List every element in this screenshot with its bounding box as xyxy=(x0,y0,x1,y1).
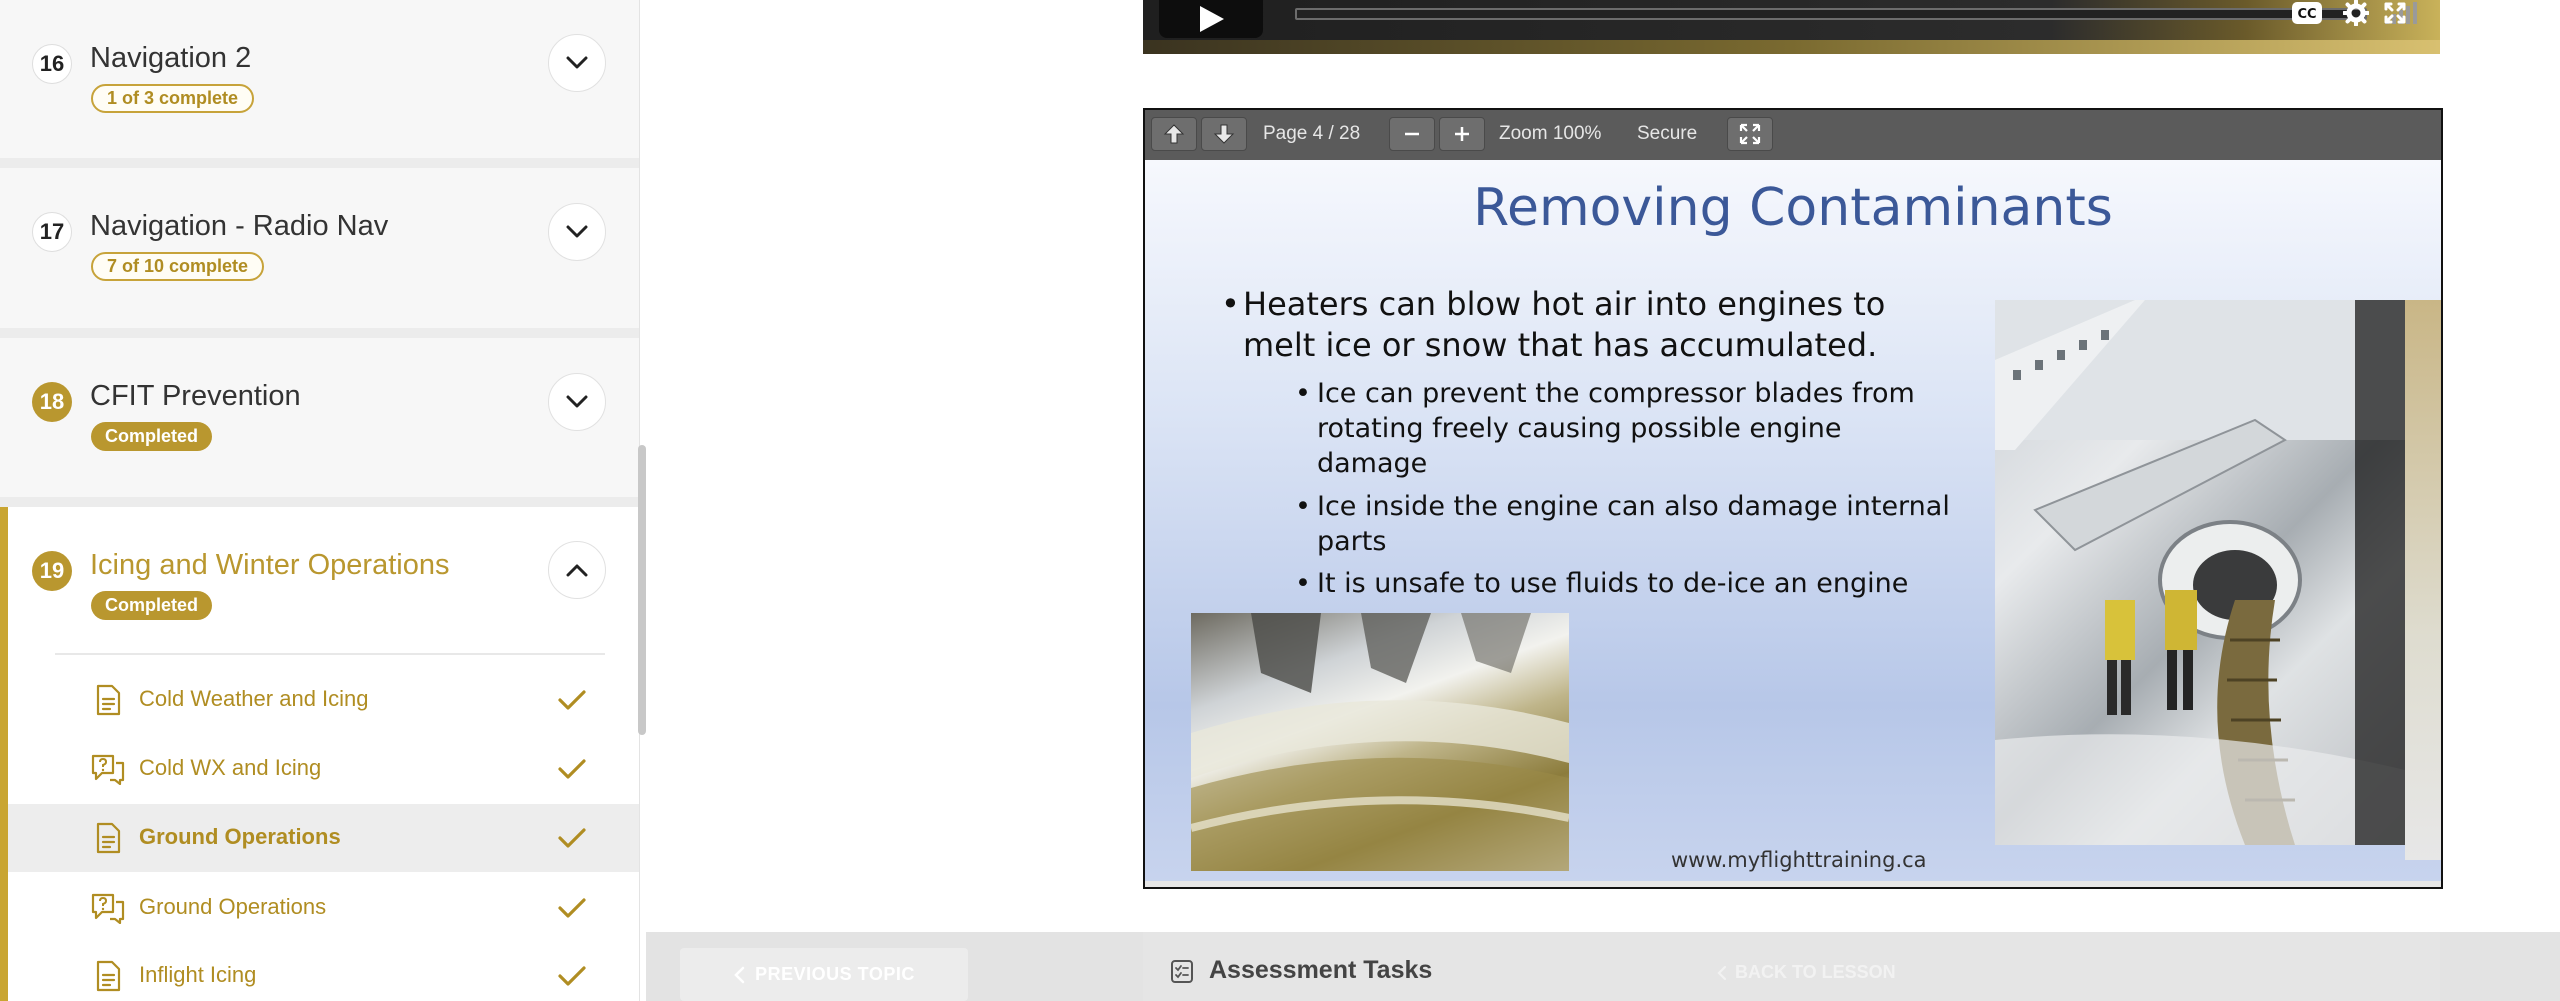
topic-navigation-radio-nav[interactable]: 17 Navigation - Radio Nav 7 of 10 comple… xyxy=(0,168,639,328)
slide-website-url: www.myflighttraining.ca xyxy=(1671,848,1927,872)
chevron-up-icon xyxy=(566,564,588,577)
topic-title: Navigation 2 xyxy=(90,42,252,74)
lesson-label: Cold WX and Icing xyxy=(139,755,322,780)
topic-progress-badge: 1 of 3 complete xyxy=(91,84,255,113)
slide-sub-bullet: • Ice can prevent the compressor blades f… xyxy=(1295,378,1915,479)
next-page-button[interactable] xyxy=(1201,117,1247,151)
settings-button[interactable] xyxy=(2340,0,2372,26)
topic-progress-badge: 7 of 10 complete xyxy=(91,252,265,281)
lesson-label: Ground Operations xyxy=(139,824,341,849)
topic-title: Navigation - Radio Nav xyxy=(90,210,389,242)
document-icon xyxy=(96,684,121,716)
topic-separator xyxy=(0,497,639,507)
check-icon xyxy=(558,966,586,986)
presentation-slide: Removing Contaminants • Heaters can blow … xyxy=(1145,160,2441,887)
topic-cfit-prevention[interactable]: 18 CFIT Prevention Completed xyxy=(0,338,639,498)
slide-bottom-edge xyxy=(1145,881,2441,887)
slide-sub-bullet: • Ice inside the engine can also damage i… xyxy=(1295,491,1950,557)
lesson-label: Ground Operations xyxy=(139,894,327,919)
svg-text:CC: CC xyxy=(2297,7,2316,22)
zoom-in-button[interactable] xyxy=(1439,117,1485,151)
expand-topic-button[interactable] xyxy=(548,373,606,431)
play-icon xyxy=(1200,6,1224,32)
fullscreen-video-button[interactable] xyxy=(2379,0,2411,26)
clipboard-checklist-icon xyxy=(1171,960,1193,983)
video-progress-bar[interactable] xyxy=(1295,8,2367,20)
topic-title: CFIT Prevention xyxy=(90,380,301,412)
secure-label: Secure xyxy=(1637,123,1698,144)
lesson-item-selected[interactable]: Ground Operations xyxy=(8,804,639,872)
chevron-down-icon xyxy=(566,56,588,69)
quiz-icon xyxy=(91,754,125,785)
zoom-out-button[interactable] xyxy=(1389,117,1435,151)
slide-sub-bullet: • It is unsafe to use fluids to de-ice an… xyxy=(1295,568,1909,599)
back-to-lesson-button[interactable]: BACK TO LESSON xyxy=(1717,962,1896,983)
topic-navigation-2[interactable]: 16 Navigation 2 1 of 3 complete xyxy=(0,0,639,140)
check-icon xyxy=(558,759,586,779)
play-button[interactable] xyxy=(1159,0,1263,38)
expand-topic-button[interactable] xyxy=(548,203,606,261)
course-sidebar: 16 Navigation 2 1 of 3 complete 17 Navig… xyxy=(0,0,640,1001)
lesson-item[interactable]: Ground Operations xyxy=(8,874,639,942)
fullscreen-icon xyxy=(1739,123,1761,145)
chevron-down-icon xyxy=(566,395,588,408)
arrow-down-icon xyxy=(1213,124,1235,144)
assessment-tasks-label: Assessment Tasks xyxy=(1209,956,1433,984)
captions-button[interactable]: CC xyxy=(2291,0,2323,26)
topic-number: 17 xyxy=(32,212,72,252)
topic-divider xyxy=(55,653,605,655)
fullscreen-icon xyxy=(2384,2,2406,24)
previous-topic-button[interactable]: PREVIOUS TOPIC xyxy=(680,948,968,1001)
topic-completed-badge: Completed xyxy=(91,422,213,451)
topic-completed-badge: Completed xyxy=(91,591,213,620)
viewer-toolbar: Page 4 / 28 Zoom 100% Secure xyxy=(1145,110,2441,160)
lesson-item[interactable]: Inflight Icing xyxy=(8,942,639,1001)
topic-number: 18 xyxy=(32,382,72,422)
document-icon xyxy=(96,822,121,854)
check-icon xyxy=(558,828,586,848)
quiz-icon xyxy=(91,893,125,924)
document-viewer: Page 4 / 28 Zoom 100% Secure Removing Co… xyxy=(1143,108,2443,889)
topic-separator xyxy=(0,158,639,168)
topic-number: 19 xyxy=(32,551,72,591)
topic-separator xyxy=(0,328,639,338)
zoom-level: Zoom 100% xyxy=(1499,123,1602,144)
chevron-left-icon xyxy=(734,966,745,983)
expand-topic-button[interactable] xyxy=(548,34,606,92)
slide-main-bullet: • Heaters can blow hot air into engines t… xyxy=(1221,285,1886,364)
minus-icon xyxy=(1405,132,1419,136)
arrow-up-icon xyxy=(1163,124,1185,144)
previous-page-button[interactable] xyxy=(1151,117,1197,151)
check-icon xyxy=(558,690,586,710)
slide-edge-photo xyxy=(2405,300,2441,860)
gear-icon xyxy=(2343,0,2369,26)
document-icon xyxy=(96,960,121,992)
lesson-item[interactable]: Cold WX and Icing xyxy=(8,735,639,803)
aircraft-engine-heater-photo xyxy=(1995,300,2405,845)
back-to-lesson-label: BACK TO LESSON xyxy=(1735,962,1896,982)
chevron-down-icon xyxy=(566,225,588,238)
chevron-left-icon xyxy=(1717,965,1727,980)
page-indicator: Page 4 / 28 xyxy=(1263,123,1361,144)
assessment-tasks-panel[interactable]: Assessment Tasks BACK TO LESSON xyxy=(1143,932,2440,1001)
slide-title: Removing Contaminants xyxy=(1473,178,2113,238)
topic-number: 16 xyxy=(32,44,72,84)
video-player-controls: CC xyxy=(1143,0,2440,54)
lesson-label: Inflight Icing xyxy=(139,962,257,987)
fullscreen-viewer-button[interactable] xyxy=(1727,117,1773,151)
lesson-item[interactable]: Cold Weather and Icing xyxy=(8,666,639,734)
sidebar-scrollbar[interactable] xyxy=(638,445,646,735)
topic-title[interactable]: Icing and Winter Operations xyxy=(90,549,449,582)
app-root: 16 Navigation 2 1 of 3 complete 17 Navig… xyxy=(0,0,2560,1001)
collapse-topic-button[interactable] xyxy=(548,541,606,599)
previous-topic-label: PREVIOUS TOPIC xyxy=(755,964,915,984)
engine-blades-photo xyxy=(1191,613,1569,871)
lesson-label: Cold Weather and Icing xyxy=(139,686,369,711)
check-icon xyxy=(558,898,586,918)
video-frame-strip xyxy=(1143,40,2440,54)
plus-icon xyxy=(1455,127,1469,141)
closed-captions-icon: CC xyxy=(2292,2,2322,24)
active-topic-indicator xyxy=(0,507,8,1001)
